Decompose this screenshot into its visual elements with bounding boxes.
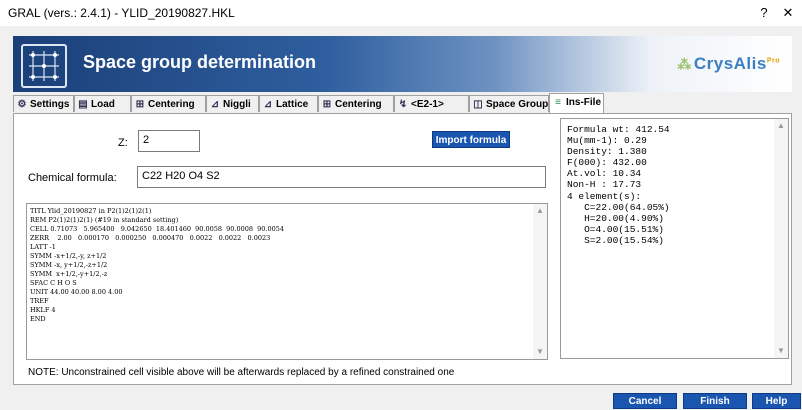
lattice-icon: ⊿: [263, 99, 273, 110]
z-field[interactable]: 2: [138, 130, 200, 152]
tab-label: Ins-File: [566, 97, 602, 108]
formula-info-textarea[interactable]: Formula wt: 412.54 Mu(mm-1): 0.29 Densit…: [560, 118, 789, 359]
brand-mark-icon: ⁂: [677, 56, 692, 72]
centering-icon: ⊞: [135, 99, 145, 110]
formula-label: Chemical formula:: [28, 172, 117, 184]
tab-space-group[interactable]: ◫ Space Group: [469, 95, 549, 112]
cancel-button[interactable]: Cancel: [613, 393, 677, 409]
tab-label: Centering: [335, 99, 382, 110]
finish-button[interactable]: Finish: [683, 393, 747, 409]
window-title: GRAL (vers.: 2.4.1) - YLID_20190827.HKL: [8, 6, 235, 20]
space-group-icon: ◫: [473, 99, 483, 110]
ins-file-scrollbar[interactable]: ▲ ▼: [533, 204, 547, 359]
load-icon: ▤: [78, 99, 88, 110]
z-label: Z:: [118, 137, 128, 149]
tab-centering-2[interactable]: ⊞ Centering: [318, 95, 394, 112]
tab-niggli[interactable]: ⊿ Niggli: [206, 95, 259, 112]
page-title: Space group determination: [83, 52, 317, 72]
tab-label: Niggli: [223, 99, 251, 110]
brand-sup: Pro: [766, 57, 780, 65]
tab-e2-1[interactable]: ↯ <E2-1>: [394, 95, 469, 112]
help-bottom-button[interactable]: Help: [752, 393, 801, 409]
tab-label: Centering: [148, 99, 195, 110]
tab-label: Space Group: [486, 99, 549, 110]
brand-name: CrysAlis: [693, 54, 767, 73]
niggli-icon: ⊿: [210, 99, 220, 110]
centering-icon: ⊞: [322, 99, 332, 110]
tab-label: Load: [91, 99, 115, 110]
scroll-down-icon[interactable]: ▼: [533, 345, 547, 359]
chemical-formula-field[interactable]: C22 H20 O4 S2: [137, 166, 546, 188]
info-scrollbar[interactable]: ▲ ▼: [774, 119, 788, 358]
note-text: NOTE: Unconstrained cell visible above w…: [28, 367, 455, 378]
close-button[interactable]: ✕: [776, 3, 800, 23]
app-logo-icon: [21, 44, 67, 88]
scroll-down-icon[interactable]: ▼: [774, 344, 788, 358]
tab-label: Lattice: [276, 99, 309, 110]
ins-file-textarea[interactable]: TITL Ylid_20190827 in P2(1)2(1)2(1) REM …: [26, 203, 548, 360]
import-formula-button[interactable]: Import formula: [432, 131, 510, 148]
tab-label: <E2-1>: [411, 99, 444, 110]
brand-logo: ⁂ CrysAlisPro: [677, 54, 780, 74]
scroll-up-icon[interactable]: ▲: [774, 119, 788, 133]
tab-settings[interactable]: ⚙ Settings: [13, 95, 74, 112]
tab-bar: ⚙ Settings ▤ Load ⊞ Centering ⊿ Niggli ⊿ Latt…: [13, 93, 792, 113]
tab-load[interactable]: ▤ Load: [74, 95, 131, 112]
tab-centering[interactable]: ⊞ Centering: [131, 95, 206, 112]
tab-label: Settings: [30, 99, 70, 110]
e2-icon: ↯: [398, 99, 408, 110]
gear-icon: ⚙: [17, 99, 27, 110]
header-banner: Space group determination ⁂ CrysAlisPro: [13, 36, 792, 92]
ins-file-content: TITL Ylid_20190827 in P2(1)2(1)2(1) REM …: [30, 207, 285, 323]
title-bar: GRAL (vers.: 2.4.1) - YLID_20190827.HKL …: [0, 0, 802, 26]
tab-lattice[interactable]: ⊿ Lattice: [259, 95, 318, 112]
formula-info-content: Formula wt: 412.54 Mu(mm-1): 0.29 Densit…: [567, 124, 670, 246]
tab-ins-file[interactable]: ≡ Ins-File: [549, 93, 604, 113]
ins-file-icon: ≡: [555, 97, 561, 108]
help-button[interactable]: ?: [752, 3, 776, 23]
scroll-up-icon[interactable]: ▲: [533, 204, 547, 218]
